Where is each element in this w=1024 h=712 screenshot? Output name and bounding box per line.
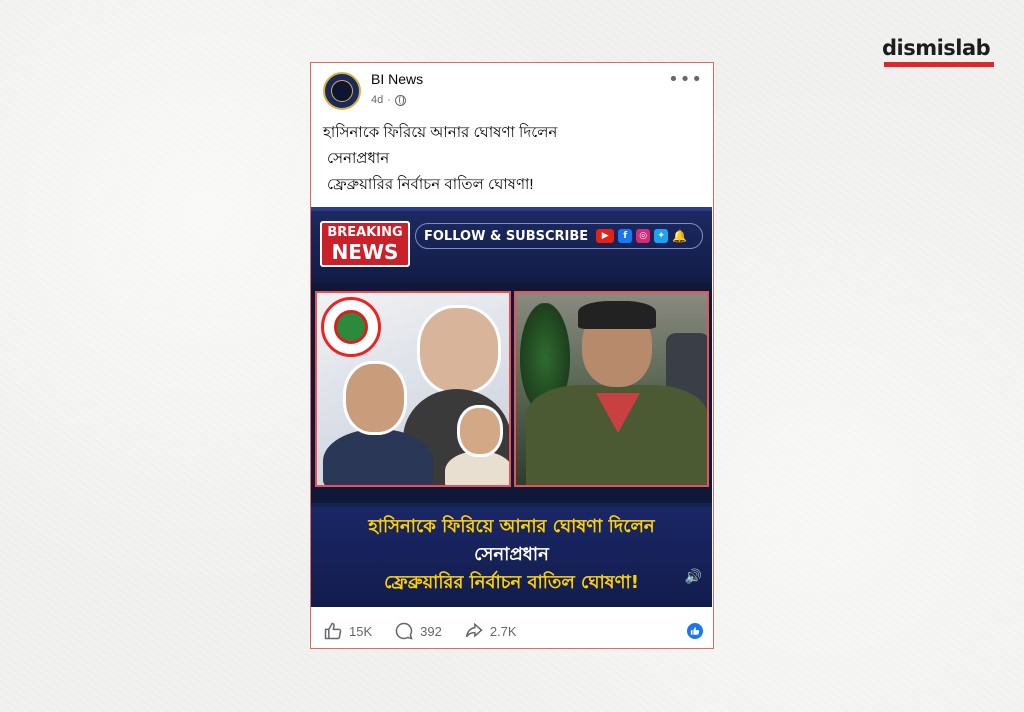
post-caption: হাসিনাকে ফিরিয়ে আনার ঘোষণা দিলেন সেনাপ্…: [323, 120, 703, 198]
bell-icon: 🔔: [672, 229, 688, 243]
headline-line: সেনাপ্রধান: [474, 544, 549, 565]
army-chief-photo: [514, 291, 709, 487]
election-commission-emblem: [321, 297, 381, 357]
person-head: [417, 305, 501, 395]
headline-line: ফ্রেব্রুয়ারির নির্বাচন বাতিল ঘোষণা!: [384, 572, 639, 593]
person-body: [323, 429, 433, 485]
page-avatar[interactable]: [323, 72, 361, 110]
more-options-icon[interactable]: •••: [668, 69, 703, 90]
post-header: BI News 4d · •••: [311, 63, 713, 115]
comment-icon: [395, 622, 413, 640]
globe-icon: [394, 94, 406, 106]
post-meta: 4d ·: [371, 94, 406, 106]
share-button[interactable]: 2.7K: [464, 621, 517, 641]
share-count: 2.7K: [489, 623, 517, 639]
breaking-news-badge: BREAKING NEWS: [320, 221, 410, 267]
post-time[interactable]: 4d: [371, 94, 383, 106]
twitter-icon: ✦: [654, 229, 669, 243]
like-count: 15K: [349, 623, 373, 639]
thumbs-up-icon: [324, 622, 342, 640]
brand-logo: dismislab: [882, 36, 991, 60]
caption-line: হাসিনাকে ফিরিয়ে আনার ঘোষণা দিলেন: [323, 124, 558, 141]
like-button[interactable]: 15K: [323, 621, 372, 641]
person-head: [457, 405, 503, 457]
facebook-icon: f: [618, 229, 633, 243]
hair: [578, 301, 656, 329]
facebook-post-card: BI News 4d · ••• হাসিনাকে ফিরিয়ে আনার ঘ…: [310, 62, 714, 649]
share-icon: [465, 622, 483, 638]
like-reaction-icon[interactable]: [687, 623, 703, 639]
headline-line: হাসিনাকে ফিরিয়ে আনার ঘোষণা দিলেন: [368, 516, 655, 537]
news-label: NEWS: [331, 240, 399, 264]
youtube-icon: ▶: [596, 229, 615, 243]
avatar-emblem: [331, 80, 353, 102]
video-photo-strip: [311, 283, 712, 503]
comment-button[interactable]: 392: [394, 621, 442, 641]
brand-underline: [884, 62, 994, 67]
instagram-icon: ◎: [636, 229, 651, 243]
follow-subscribe-bar: FOLLOW & SUBSCRIBE ▶ f ◎ ✦ 🔔: [415, 223, 703, 249]
page-name[interactable]: BI News: [371, 71, 423, 87]
video-top-banner: BREAKING NEWS FOLLOW & SUBSCRIBE ▶ f ◎ ✦…: [311, 207, 712, 283]
post-video[interactable]: BREAKING NEWS FOLLOW & SUBSCRIBE ▶ f ◎ ✦…: [311, 207, 712, 607]
caption-line: ফ্রেব্রুয়ারির নির্বাচন বাতিল ঘোষণা!: [327, 176, 534, 193]
comment-count: 392: [420, 623, 442, 639]
caption-line: সেনাপ্রধান: [327, 150, 390, 167]
meta-separator: ·: [387, 94, 391, 106]
volume-icon[interactable]: 🔊: [685, 569, 702, 585]
post-actions: 15K 392 2.7K: [311, 615, 713, 647]
follow-label: FOLLOW & SUBSCRIBE: [424, 228, 589, 244]
video-headline-panel: হাসিনাকে ফিরিয়ে আনার ঘোষণা দিলেন সেনাপ্…: [311, 507, 712, 607]
breaking-label: BREAKING: [327, 225, 403, 240]
politicians-photo: [315, 291, 511, 487]
person-head: [343, 361, 407, 435]
